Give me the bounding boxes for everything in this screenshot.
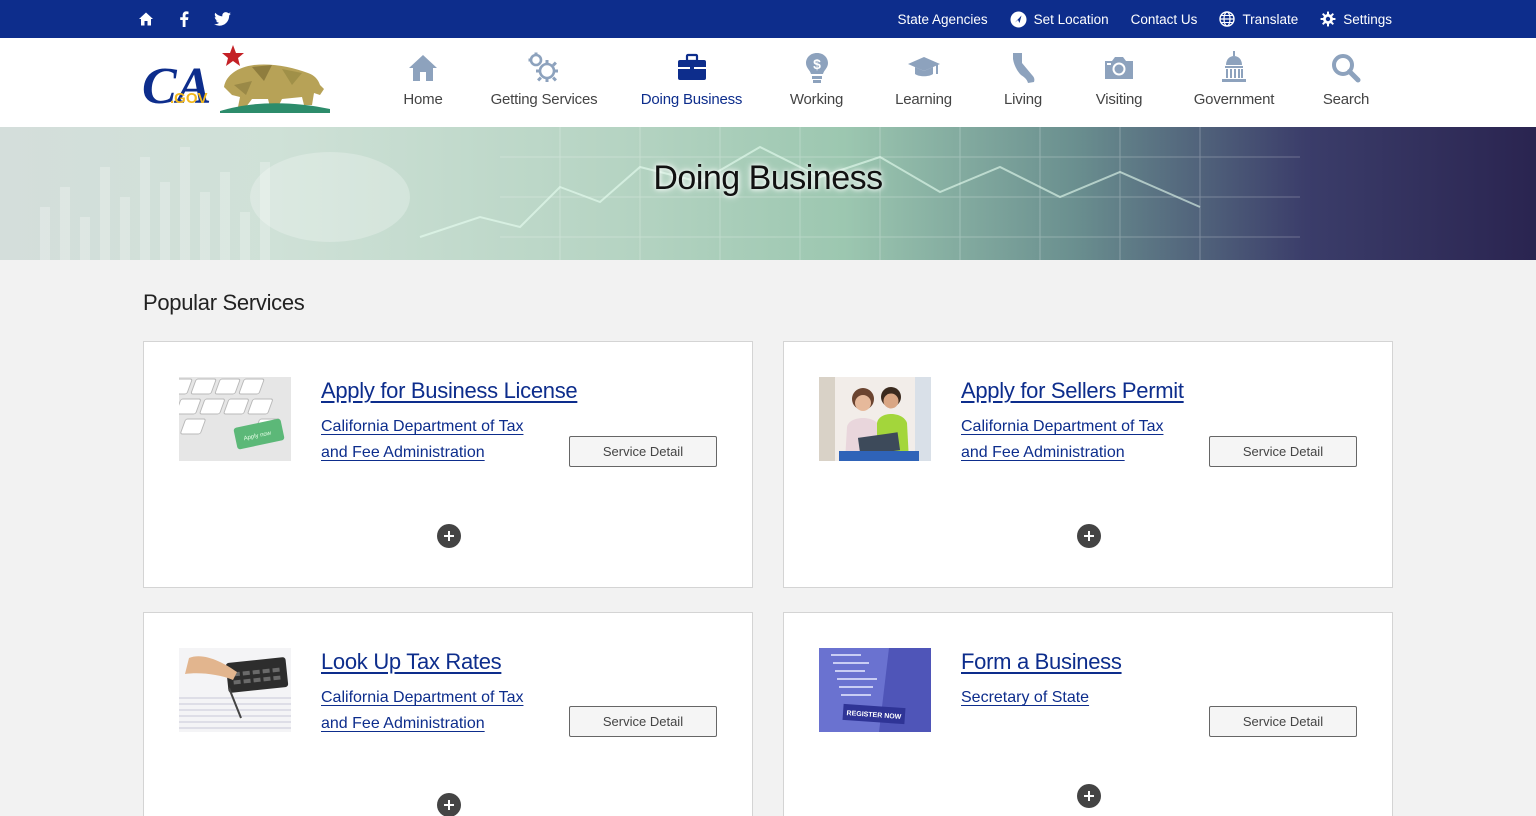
state-agencies-label: State Agencies — [897, 11, 988, 27]
contact-us-label: Contact Us — [1130, 11, 1198, 27]
nav-doing-business[interactable]: Doing Business — [620, 38, 763, 127]
nav-search[interactable]: Search — [1299, 38, 1393, 127]
service-title-link[interactable]: Look Up Tax Rates — [321, 649, 502, 675]
nav-label: Working — [789, 91, 844, 108]
keyboard-thumbnail: Apply now — [179, 377, 291, 461]
service-detail-button[interactable]: Service Detail — [569, 706, 717, 737]
california-icon — [1006, 51, 1040, 85]
service-title-link[interactable]: Apply for Business License — [321, 378, 578, 404]
service-card: Apply for Sellers Permit California Depa… — [783, 341, 1393, 588]
service-title-link[interactable]: Form a Business — [961, 649, 1122, 675]
nav-getting-services[interactable]: Getting Services — [468, 38, 620, 127]
nav-government[interactable]: Government — [1169, 38, 1299, 127]
nav-label: Search — [1322, 91, 1370, 108]
nav-living[interactable]: Living — [977, 38, 1069, 127]
svg-text:.GOV: .GOV — [170, 90, 208, 107]
service-title-link[interactable]: Apply for Sellers Permit — [961, 378, 1184, 404]
register-now-thumbnail: REGISTER NOW — [819, 648, 931, 732]
nav-label: Government — [1193, 91, 1275, 108]
page-title: Doing Business — [653, 159, 883, 197]
state-agencies-link[interactable]: State Agencies — [898, 12, 988, 27]
agency-link[interactable]: California Department of Tax and Fee Adm… — [961, 414, 1191, 466]
utility-links: State Agencies Set Location Contact Us T… — [898, 0, 1392, 38]
calculator-thumbnail — [179, 648, 291, 732]
nav-label: Living — [1004, 91, 1042, 108]
women-laptop-thumbnail — [819, 377, 931, 461]
expand-plus-icon[interactable] — [1077, 784, 1101, 808]
briefcase-icon — [675, 51, 709, 85]
facebook-icon[interactable] — [175, 10, 193, 28]
home-icon[interactable] — [137, 10, 155, 28]
nav-label: Doing Business — [640, 91, 743, 108]
globe-icon — [1219, 11, 1236, 27]
camera-icon — [1102, 51, 1136, 85]
service-detail-button[interactable]: Service Detail — [569, 436, 717, 467]
nav-home[interactable]: Home — [378, 38, 468, 127]
nav-working[interactable]: $ Working — [763, 38, 870, 127]
capitol-icon — [1217, 51, 1251, 85]
utility-social — [137, 0, 231, 38]
agency-link[interactable]: California Department of Tax and Fee Adm… — [321, 685, 551, 737]
ca-gov-logo[interactable]: CA .GOV — [142, 45, 332, 115]
home-icon — [406, 51, 440, 85]
service-card: REGISTER NOW Form a Business Secretary o… — [783, 612, 1393, 816]
utility-bar: State Agencies Set Location Contact Us T… — [0, 0, 1536, 38]
settings-link[interactable]: Settings — [1320, 11, 1392, 27]
translate-link[interactable]: Translate — [1219, 11, 1298, 27]
service-card: Look Up Tax Rates California Department … — [143, 612, 753, 816]
service-detail-button[interactable]: Service Detail — [1209, 436, 1357, 467]
gears-icon — [527, 51, 561, 85]
section-title: Popular Services — [143, 290, 305, 315]
expand-plus-icon[interactable] — [1077, 524, 1101, 548]
service-detail-button[interactable]: Service Detail — [1209, 706, 1357, 737]
twitter-icon[interactable] — [213, 10, 231, 28]
nav-label: Visiting — [1095, 91, 1143, 108]
service-card: Apply now Apply for Business License Cal… — [143, 341, 753, 588]
nav-label: Getting Services — [490, 91, 598, 108]
settings-label: Settings — [1343, 11, 1392, 27]
lightbulb-dollar-icon: $ — [800, 51, 834, 85]
graduation-cap-icon — [907, 51, 941, 85]
nav-visiting[interactable]: Visiting — [1069, 38, 1169, 127]
hero-banner: Doing Business — [0, 127, 1536, 260]
agency-link[interactable]: Secretary of State — [961, 685, 1191, 711]
expand-plus-icon[interactable] — [437, 524, 461, 548]
translate-label: Translate — [1242, 11, 1299, 27]
agency-link[interactable]: California Department of Tax and Fee Adm… — [321, 414, 551, 466]
expand-plus-icon[interactable] — [437, 793, 461, 816]
nav-learning[interactable]: Learning — [870, 38, 977, 127]
search-icon — [1329, 51, 1363, 85]
contact-us-link[interactable]: Contact Us — [1131, 12, 1198, 27]
set-location-link[interactable]: Set Location — [1010, 11, 1109, 28]
set-location-label: Set Location — [1033, 11, 1109, 27]
nav-label: Home — [403, 91, 443, 108]
svg-text:$: $ — [813, 56, 821, 72]
site-header: CA .GOV Home Getting Services Doing Busi… — [0, 38, 1536, 127]
location-icon — [1010, 11, 1027, 28]
nav-label: Learning — [895, 91, 952, 108]
main-nav: Home Getting Services Doing Business $ W… — [378, 38, 1393, 127]
gear-icon — [1320, 11, 1336, 27]
